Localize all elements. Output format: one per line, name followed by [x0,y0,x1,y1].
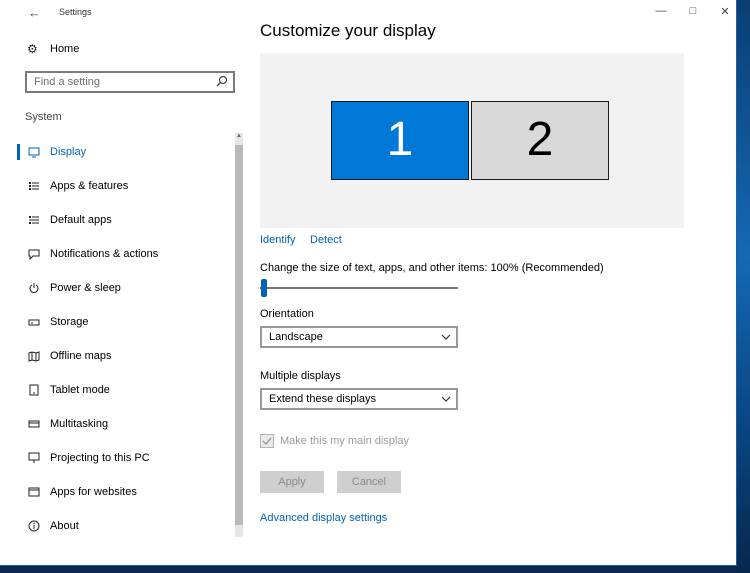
sidebar-item-label: Display [50,146,87,158]
sidebar-item-default-apps[interactable]: Default apps [0,212,236,232]
sidebar-item-label: Offline maps [50,350,112,362]
gear-icon: ⚙ [27,42,38,56]
sidebar-item-label: Power & sleep [50,282,121,294]
chevron-down-icon [441,334,451,340]
sidebar-item-label: About [50,520,79,532]
sidebar-item-label: Notifications & actions [50,248,159,260]
multitask-icon [28,420,40,428]
storage-icon [28,319,40,326]
page-title: Customize your display [260,21,436,40]
scroll-up-icon[interactable]: ▲ [235,133,243,139]
detect-link[interactable]: Detect [310,234,342,246]
scale-label: Change the size of text, apps, and other… [260,262,604,274]
settings-window: ← Settings — □ ✕ ⚙ Home Find a setting S… [0,0,737,566]
sidebar-item-label: Apps for websites [50,486,137,498]
multiple-displays-dropdown[interactable]: Extend these displays [260,388,458,410]
sidebar-item-storage[interactable]: Storage [0,314,236,334]
back-arrow-icon[interactable]: ← [28,5,41,20]
message-icon [28,249,40,260]
orientation-label: Orientation [260,308,314,320]
window-title: Settings [59,7,92,17]
orientation-value: Landscape [269,331,323,343]
tablet-icon [29,384,39,396]
search-input[interactable]: Find a setting [25,71,235,93]
web-apps-icon [28,487,40,497]
slider-thumb[interactable] [261,279,267,297]
search-icon [216,75,228,87]
sidebar-item-tablet-mode[interactable]: Tablet mode [0,382,236,402]
project-icon [28,452,40,463]
main-display-checkbox[interactable] [260,434,274,448]
sidebar-item-label: Tablet mode [50,384,110,396]
display-arrangement: 1 2 [260,53,684,228]
sidebar-item-projecting-to-this-pc[interactable]: Projecting to this PC [0,450,236,470]
apply-button[interactable]: Apply [260,471,324,493]
sidebar-item-label: Multitasking [50,418,109,430]
monitor-icon [28,147,40,158]
sidebar-item-power-sleep[interactable]: Power & sleep [0,280,236,300]
map-icon [28,351,40,362]
sidebar-item-about[interactable]: About [0,518,236,538]
main-display-label: Make this my main display [280,435,409,447]
sidebar-item-offline-maps[interactable]: Offline maps [0,348,236,368]
maximize-button[interactable]: □ [686,5,700,17]
list-icon [29,182,39,190]
advanced-display-settings-link[interactable]: Advanced display settings [260,512,387,524]
close-button[interactable]: ✕ [718,5,732,18]
monitor-1[interactable]: 1 [331,101,469,180]
scale-slider[interactable] [260,279,460,297]
slider-track [260,287,458,289]
orientation-dropdown[interactable]: Landscape [260,326,458,348]
multiple-displays-label: Multiple displays [260,370,341,382]
cancel-button[interactable]: Cancel [337,471,401,493]
identify-link[interactable]: Identify [260,234,295,246]
desktop-background [736,0,750,573]
sidebar-item-label: Apps & features [50,180,129,192]
list-default-icon [29,216,39,224]
section-heading: System [25,111,62,123]
sidebar-item-notifications-actions[interactable]: Notifications & actions [0,246,236,266]
sidebar-scrollbar[interactable]: ▲ [235,133,243,537]
sidebar: ⚙ Home Find a setting System Display Apps… [0,24,244,565]
sidebar-item-apps-for-websites[interactable]: Apps for websites [0,484,236,504]
checkmark-icon [262,437,272,446]
home-label: Home [50,43,80,55]
sidebar-item-display[interactable]: Display [0,144,236,164]
power-icon [29,283,39,293]
chevron-down-icon [441,396,451,402]
sidebar-item-label: Default apps [50,214,112,226]
selection-indicator [17,144,20,160]
sidebar-item-multitasking[interactable]: Multitasking [0,416,236,436]
sidebar-item-label: Projecting to this PC [50,452,150,464]
search-placeholder: Find a setting [34,76,101,88]
sidebar-item-label: Storage [50,316,89,328]
monitor-2[interactable]: 2 [471,101,609,180]
minimize-button[interactable]: — [654,5,668,17]
scrollbar-thumb[interactable] [235,145,243,525]
multiple-displays-value: Extend these displays [269,393,377,405]
info-icon [28,520,40,532]
sidebar-item-apps-features[interactable]: Apps & features [0,178,236,198]
